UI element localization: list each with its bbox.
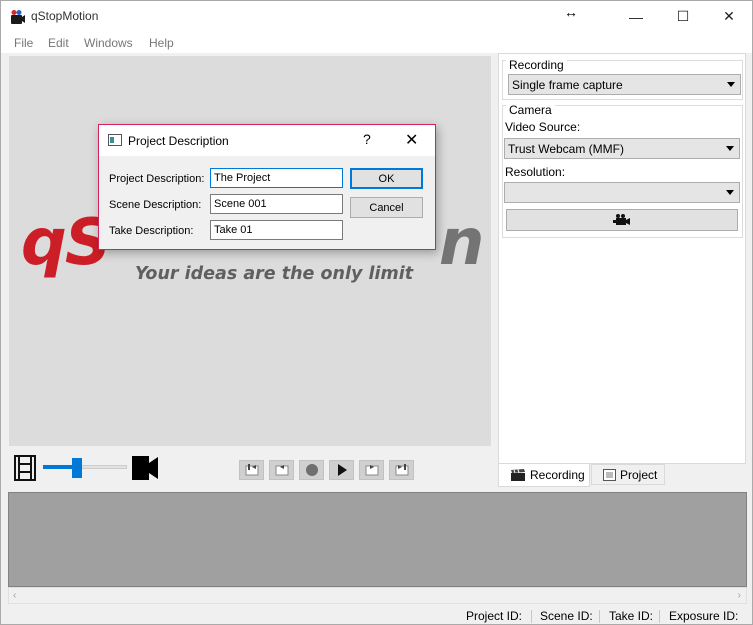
video-source-label: Video Source: — [505, 120, 581, 134]
camera-toggle-button[interactable] — [506, 209, 738, 231]
help-button[interactable]: ? — [363, 131, 371, 147]
status-scene-id: Scene ID: — [540, 609, 593, 623]
last-frame-button[interactable] — [389, 460, 414, 480]
record-icon — [305, 464, 318, 476]
capture-button[interactable] — [299, 460, 324, 480]
window-title: qStopMotion — [31, 9, 99, 23]
menu-help[interactable]: Help — [149, 36, 174, 50]
next-icon — [365, 465, 378, 476]
logo-text-left: qS — [21, 206, 111, 280]
menu-bar: File Edit Windows Help — [1, 32, 752, 53]
dialog-title-bar: Project Description ? ✕ — [99, 125, 435, 156]
title-bar: qStopMotion ↔ — ☐ ✕ — [1, 1, 752, 32]
project-description-dialog: Project Description ? ✕ Project Descript… — [98, 124, 436, 250]
play-button[interactable] — [329, 460, 354, 480]
menu-edit[interactable]: Edit — [48, 36, 69, 50]
previous-frame-button[interactable] — [269, 460, 294, 480]
project-description-label: Project Description: — [109, 173, 205, 185]
video-camera-icon — [132, 456, 158, 480]
status-bar: Project ID: Scene ID: Take ID: Exposure … — [1, 605, 752, 625]
tab-recording-label: Recording — [530, 468, 585, 482]
cancel-button[interactable]: Cancel — [350, 197, 423, 218]
camera-group-title: Camera — [506, 103, 555, 117]
main-window: qStopMotion ↔ — ☐ ✕ File Edit Windows He… — [0, 0, 753, 625]
play-icon — [337, 464, 347, 476]
skip-first-icon — [245, 464, 258, 476]
recording-group: Recording Single frame capture — [502, 58, 743, 100]
recording-group-title: Recording — [506, 58, 567, 72]
video-camera-icon — [613, 214, 630, 225]
scene-description-input[interactable]: Scene 001 — [210, 194, 343, 214]
app-icon — [11, 10, 25, 24]
resize-icon: ↔ — [564, 4, 578, 20]
scroll-right-icon[interactable]: › — [738, 590, 741, 601]
tagline: Your ideas are the only limit — [135, 264, 414, 284]
status-exposure-id: Exposure ID: — [669, 609, 739, 623]
menu-file[interactable]: File — [14, 36, 33, 50]
dialog-title: Project Description — [128, 134, 229, 148]
chevron-down-icon — [727, 82, 735, 87]
status-project-id: Project ID: — [466, 609, 523, 623]
menu-windows[interactable]: Windows — [84, 36, 133, 50]
frame-slider-thumb[interactable] — [71, 458, 82, 478]
chevron-down-icon — [726, 190, 734, 195]
dialog-window-icon — [108, 134, 122, 146]
status-take-id: Take ID: — [609, 609, 654, 623]
film-strip-icon — [14, 455, 36, 481]
tab-project-label: Project — [620, 467, 658, 482]
maximize-button[interactable]: ☐ — [660, 1, 706, 32]
take-description-label: Take Description: — [109, 225, 194, 237]
recording-panel: Recording Single frame capture Camera Vi… — [498, 53, 746, 464]
scroll-left-icon[interactable]: ‹ — [13, 590, 16, 601]
status-separator — [599, 610, 600, 623]
timeline-area[interactable] — [8, 492, 747, 587]
resolution-label: Resolution: — [505, 165, 566, 179]
minimize-button[interactable]: — — [613, 1, 659, 32]
previous-icon — [275, 465, 288, 476]
clapperboard-icon — [511, 469, 525, 481]
take-description-input[interactable]: Take 01 — [210, 220, 343, 240]
close-button[interactable]: ✕ — [706, 1, 752, 32]
first-frame-button[interactable] — [239, 460, 264, 480]
ok-button[interactable]: OK — [350, 168, 423, 189]
video-source-value: Trust Webcam (MMF) — [508, 142, 624, 156]
resolution-select[interactable] — [504, 182, 740, 203]
tab-recording[interactable]: Recording — [498, 464, 590, 487]
chevron-down-icon — [726, 146, 734, 151]
scene-description-label: Scene Description: — [109, 199, 202, 211]
status-separator — [531, 610, 532, 623]
camera-preview: qS n Your ideas are the only limit — [9, 56, 491, 446]
dialog-close-button[interactable]: ✕ — [405, 130, 418, 150]
recording-mode-select[interactable]: Single frame capture — [508, 74, 741, 95]
horizontal-scrollbar[interactable]: ‹ › — [8, 587, 747, 604]
project-description-input[interactable]: The Project — [210, 168, 343, 188]
logo-text-right: n — [438, 206, 485, 280]
video-source-select[interactable]: Trust Webcam (MMF) — [504, 138, 740, 159]
status-separator — [659, 610, 660, 623]
skip-last-icon — [395, 464, 408, 476]
project-icon — [603, 468, 616, 481]
tab-project[interactable]: Project — [591, 464, 665, 485]
next-frame-button[interactable] — [359, 460, 384, 480]
recording-mode-value: Single frame capture — [512, 78, 623, 92]
